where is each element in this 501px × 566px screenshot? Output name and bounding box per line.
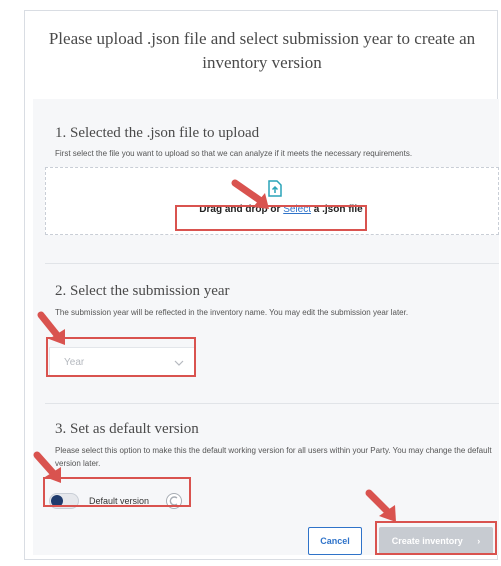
step3-title: 3. Set as default version <box>55 421 199 437</box>
annotation-arrow-icon <box>231 179 269 209</box>
annotation-arrow-icon <box>365 489 396 522</box>
cancel-button[interactable]: Cancel <box>308 527 362 555</box>
step2-title: 2. Select the submission year <box>55 283 230 299</box>
annotation-arrow-icon <box>33 451 61 483</box>
create-highlight <box>375 521 497 555</box>
upload-dialog: Please upload .json file and select subm… <box>24 10 499 560</box>
step1-description: First select the file you want to upload… <box>55 149 413 158</box>
annotation-arrow-icon <box>37 311 65 345</box>
divider <box>45 403 499 404</box>
step3-description: Please select this option to make this t… <box>55 446 492 468</box>
dialog-title: Please upload .json file and select subm… <box>48 29 476 72</box>
divider <box>45 263 499 264</box>
step1-title: 1. Selected the .json file to upload <box>55 125 260 141</box>
step2-description: The submission year will be reflected in… <box>55 308 409 317</box>
